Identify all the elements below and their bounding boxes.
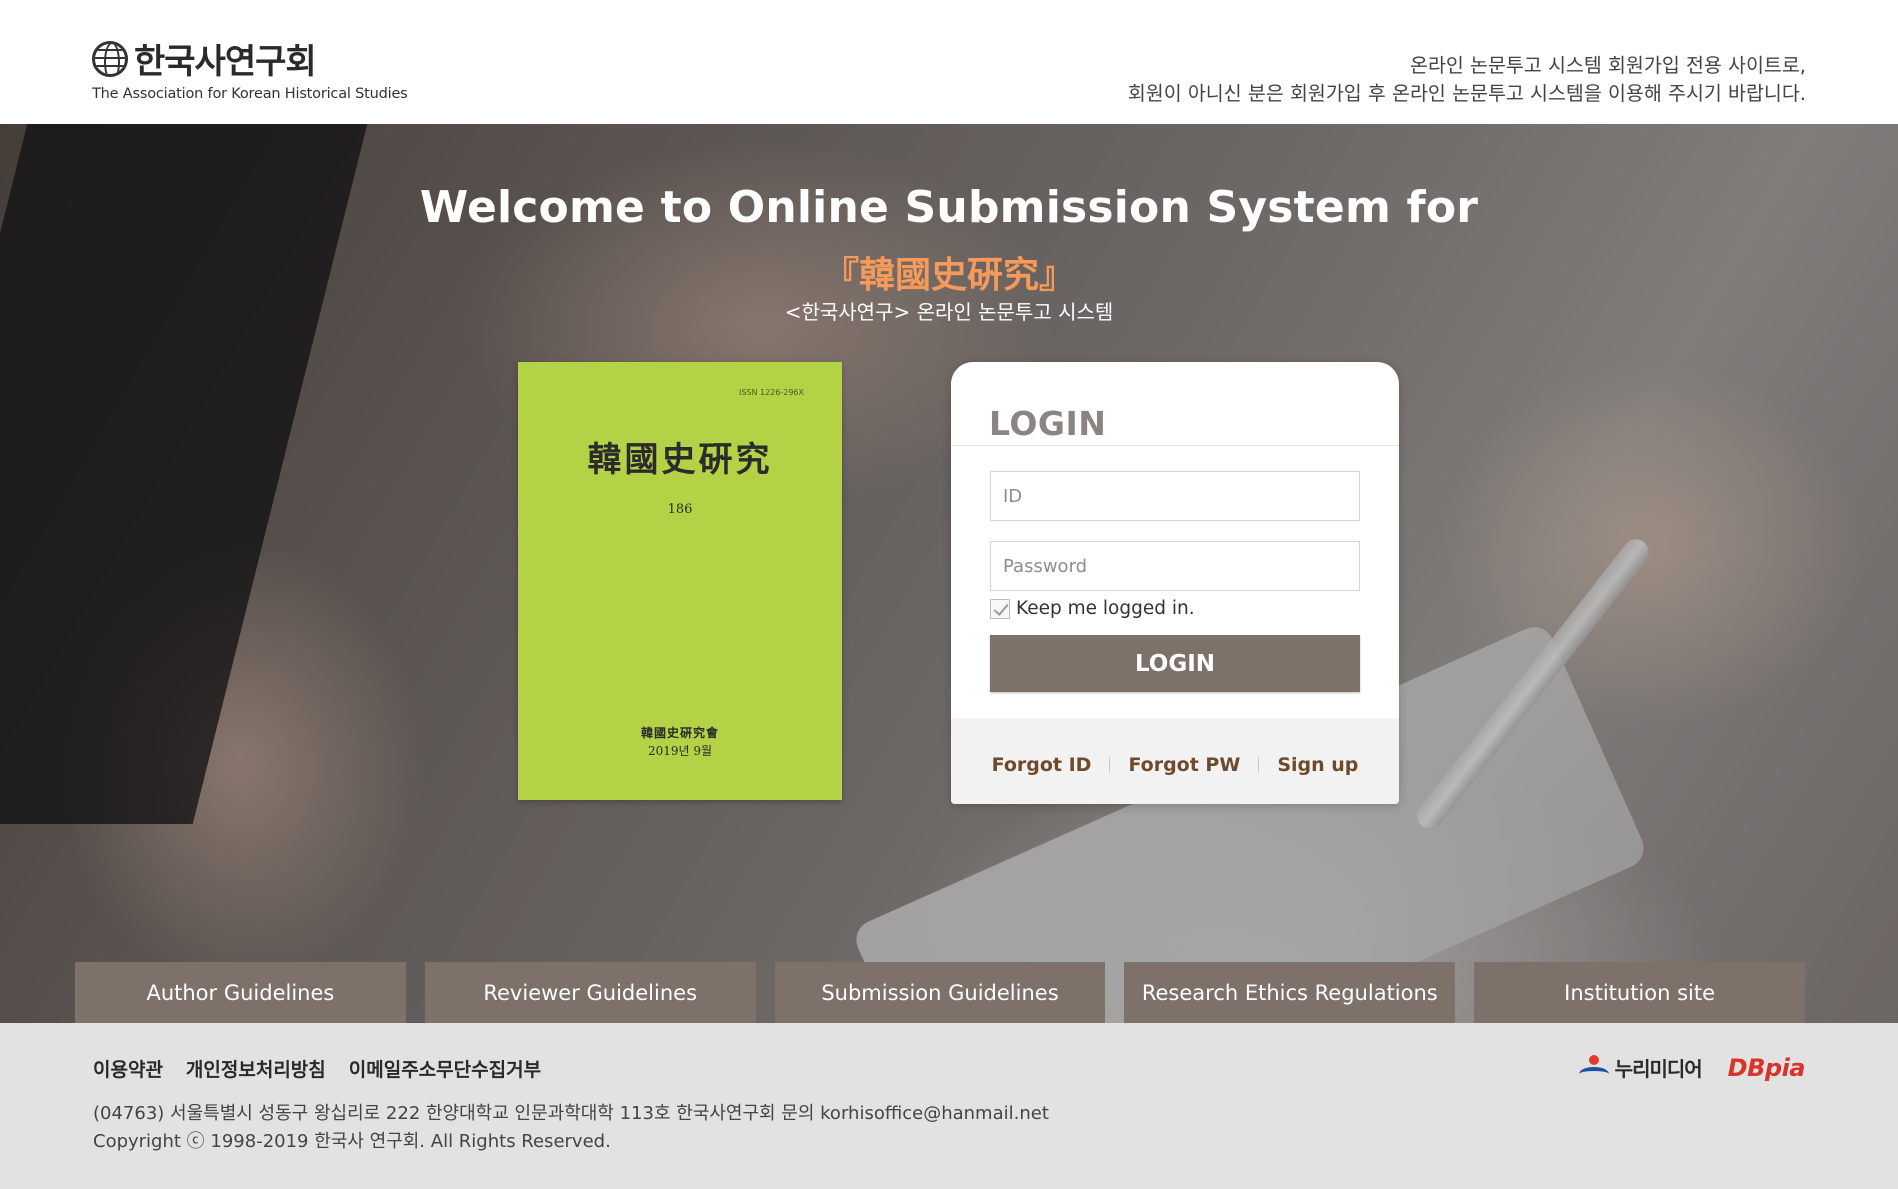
- cover-title: 韓國史硏究: [587, 440, 773, 480]
- password-input[interactable]: [990, 541, 1360, 591]
- nurimedia-logo[interactable]: 누리미디어: [1578, 1053, 1703, 1082]
- logo-top: 한국사연구회: [92, 34, 408, 83]
- footer-copyright: Copyright ⓒ 1998-2019 한국사 연구회. All Right…: [93, 1131, 611, 1152]
- journal-cover: ISSN 1226-296X 韓國史硏究 186 韓國史硏究會 2019년 9월: [518, 362, 842, 800]
- login-divider: [951, 445, 1399, 446]
- login-title: LOGIN: [989, 404, 1107, 443]
- globe-icon: [92, 40, 128, 77]
- partner-logos: 누리미디어 DBpia: [1578, 1053, 1806, 1082]
- header-notice: 온라인 논문투고 시스템 회원가입 전용 사이트로, 회원이 아니신 분은 회원…: [1128, 52, 1806, 108]
- logo-english-name: The Association for Korean Historical St…: [92, 86, 408, 102]
- login-button[interactable]: LOGIN: [990, 635, 1360, 692]
- nurimedia-icon: [1578, 1054, 1609, 1081]
- cover-date: 2019년 9월: [647, 744, 713, 758]
- hero-section: Welcome to Online Submission System for …: [0, 124, 1898, 1023]
- footer: 이용약관 개인정보처리방침 이메일주소무단수집거부 (04763) 서울특별시 …: [0, 1023, 1898, 1189]
- tab-submission-guidelines[interactable]: Submission Guidelines: [774, 962, 1106, 1023]
- tab-research-ethics[interactable]: Research Ethics Regulations: [1124, 962, 1456, 1023]
- login-panel: LOGIN Keep me logged in. LOGIN Forgot ID…: [951, 362, 1399, 804]
- terms-link[interactable]: 이용약관: [93, 1055, 163, 1082]
- header: 한국사연구회 The Association for Korean Histor…: [0, 0, 1898, 124]
- forgot-pw-link[interactable]: Forgot PW: [1110, 754, 1258, 776]
- keep-logged-in-label: Keep me logged in.: [1016, 598, 1195, 619]
- tab-reviewer-guidelines[interactable]: Reviewer Guidelines: [424, 962, 756, 1023]
- footer-info: (04763) 서울특별시 성동구 왕십리로 222 한양대학교 인문과학대학 …: [93, 1100, 1049, 1156]
- privacy-policy-link[interactable]: 개인정보처리방침: [186, 1055, 326, 1082]
- keep-logged-in-checkbox[interactable]: [990, 598, 1010, 619]
- notice-line-2: 회원이 아니신 분은 회원가입 후 온라인 논문투고 시스템을 이용해 주시기 …: [1127, 82, 1806, 105]
- hero-journal-title: 『韓國史硏究』: [822, 254, 1075, 296]
- nurimedia-label: 누리미디어: [1614, 1057, 1703, 1081]
- login-links: Forgot ID Forgot PW Sign up: [951, 718, 1399, 804]
- site-logo[interactable]: 한국사연구회 The Association for Korean Histor…: [92, 34, 408, 102]
- hero-title: Welcome to Online Submission System for: [419, 182, 1479, 233]
- logo-korean-name: 한국사연구회: [134, 42, 317, 82]
- hero-korean-subtitle: <한국사연구> 온라인 논문투고 시스템: [784, 300, 1114, 324]
- dbpia-logo[interactable]: DBpia: [1728, 1054, 1806, 1082]
- tab-institution-site[interactable]: Institution site: [1474, 962, 1805, 1023]
- guideline-tabs: Author Guidelines Reviewer Guidelines Su…: [75, 962, 1805, 1023]
- notice-line-1: 온라인 논문투고 시스템 회원가입 전용 사이트로,: [1410, 54, 1806, 77]
- cover-issn: ISSN 1226-296X: [738, 388, 804, 397]
- email-refusal-link[interactable]: 이메일주소무단수집거부: [349, 1055, 541, 1082]
- footer-links: 이용약관 개인정보처리방침 이메일주소무단수집거부: [93, 1055, 541, 1082]
- sign-up-link[interactable]: Sign up: [1259, 754, 1376, 776]
- cover-volume: 186: [667, 502, 693, 517]
- forgot-id-link[interactable]: Forgot ID: [974, 754, 1110, 776]
- cover-publisher: 韓國史硏究會: [640, 726, 719, 740]
- tab-author-guidelines[interactable]: Author Guidelines: [75, 962, 406, 1023]
- id-input[interactable]: [990, 471, 1360, 521]
- footer-address: (04763) 서울특별시 성동구 왕십리로 222 한양대학교 인문과학대학 …: [93, 1103, 1049, 1124]
- keep-logged-in[interactable]: Keep me logged in.: [990, 598, 1195, 619]
